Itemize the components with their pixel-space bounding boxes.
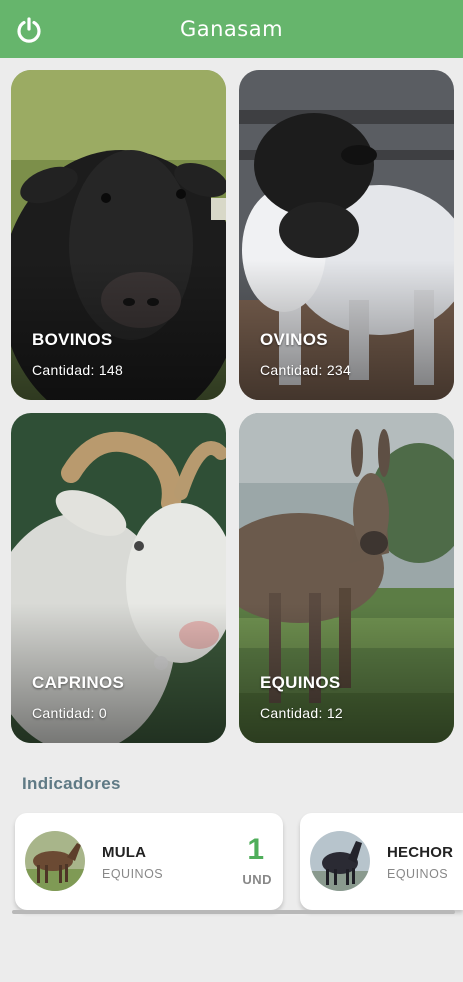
hechor-avatar [310,831,370,891]
indicator-value: 1 [247,833,264,866]
indicator-unit: UND [242,872,272,887]
category-name: OVINOS [260,330,328,349]
mule-avatar [25,831,85,891]
indicator-name: HECHOR [387,844,454,861]
indicator-card-mula[interactable]: MULA EQUINOS 1 UND [15,813,283,910]
category-card-ovinos[interactable]: OVINOS Cantidad: 234 [239,70,454,400]
indicator-category: EQUINOS [387,867,449,881]
category-grid: BOVINOS Cantidad: 148 OVINOS Cantidad: 2… [0,0,463,760]
category-name: EQUINOS [260,673,341,692]
horizontal-scrollbar[interactable] [12,910,455,914]
indicator-category: EQUINOS [102,867,164,881]
indicator-name: MULA [102,844,147,861]
category-count: Cantidad: 234 [260,362,352,378]
category-count: Cantidad: 12 [260,705,343,721]
category-count: Cantidad: 0 [32,705,107,721]
category-name: CAPRINOS [32,673,125,692]
category-name: BOVINOS [32,330,113,349]
category-card-bovinos[interactable]: BOVINOS Cantidad: 148 [11,70,226,400]
category-count: Cantidad: 148 [32,362,124,378]
indicators-title: Indicadores [22,774,121,793]
category-card-caprinos[interactable]: CAPRINOS Cantidad: 0 [11,413,226,743]
indicator-card-hechor[interactable]: HECHOR EQUINOS [300,813,463,910]
category-card-equinos[interactable]: EQUINOS Cantidad: 12 [239,413,454,743]
